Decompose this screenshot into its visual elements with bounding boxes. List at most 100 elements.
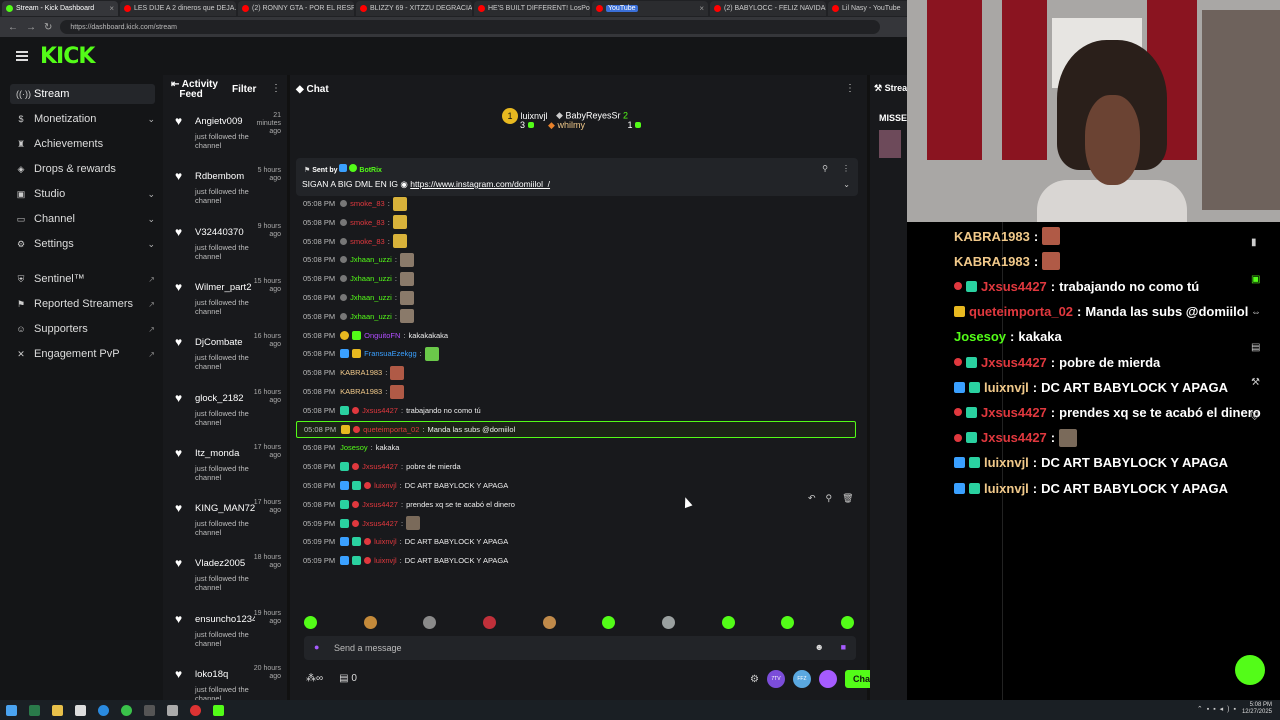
- chat-message[interactable]: 05:08 PM Jxhaan_uzzi:: [296, 251, 856, 268]
- browser-tab[interactable]: Stream - Kick Dashboard ×: [2, 1, 118, 16]
- pinned-more-icon[interactable]: ⋮: [842, 164, 850, 173]
- chat-message[interactable]: 05:08 PM luixnvjl: DC ART BABYLOCK Y APAGA: [296, 477, 856, 494]
- tab-close-icon[interactable]: ×: [699, 4, 704, 13]
- browser-tab[interactable]: Lil Nasy - YouTube×: [828, 1, 907, 16]
- emote-6[interactable]: [602, 616, 616, 629]
- message-username[interactable]: Jxhaan_uzzi: [350, 255, 392, 264]
- side-window-icon[interactable]: ▤: [1251, 342, 1263, 354]
- feed-item[interactable]: ♥ Itz_monda 17 hours ago just followed the …: [171, 444, 283, 501]
- message-username[interactable]: Jxhaan_uzzi: [350, 312, 392, 321]
- chat-message[interactable]: 05:08 PM smoke_83:: [296, 195, 856, 212]
- browser-tab[interactable]: BLIZZY 69 - XITZZU DEGRACIA…×: [356, 1, 472, 16]
- message-username[interactable]: Jxhaan_uzzi: [350, 274, 392, 283]
- message-username[interactable]: smoke_83: [350, 218, 385, 227]
- message-username[interactable]: Jxsus4427: [362, 462, 398, 471]
- chat-message[interactable]: 05:08 PM KABRA1983:: [296, 364, 856, 381]
- kick-logo[interactable]: KICK: [40, 44, 95, 69]
- sidebar-item-channel[interactable]: ▭ Channel ⌄: [10, 209, 155, 229]
- feed-item[interactable]: ♥ Wilmer_part2 15 hours ago just followed t…: [171, 278, 283, 335]
- emote-9[interactable]: [781, 616, 795, 629]
- side-shield-icon[interactable]: ⛨: [1251, 412, 1263, 424]
- feed-username[interactable]: KING_MAN728: [195, 503, 255, 514]
- folder-icon[interactable]: [52, 704, 63, 716]
- kick-taskbar-icon[interactable]: [213, 704, 224, 716]
- help-fab[interactable]: [1235, 655, 1265, 685]
- pin-icon[interactable]: ⚲: [822, 164, 828, 173]
- browser-tab[interactable]: (2) RONNY GTA - POR EL RESPET…×: [238, 1, 354, 16]
- start-icon[interactable]: [6, 704, 17, 716]
- sidebar-item-sentinel[interactable]: ⛨ Sentinel™ ↗: [10, 269, 155, 289]
- feed-username[interactable]: ensuncho1234: [195, 614, 255, 625]
- feed-username[interactable]: V32440370: [195, 227, 255, 238]
- browser-tab[interactable]: HE'S BUILT DIFFERENT! LosPollo…×: [474, 1, 590, 16]
- emote-8[interactable]: [721, 616, 735, 629]
- ffz-icon[interactable]: FFZ: [792, 670, 811, 688]
- reply-icon[interactable]: ↶: [808, 493, 816, 504]
- feed-username[interactable]: Itz_monda: [195, 448, 255, 459]
- feed-username[interactable]: glock_2182: [195, 393, 255, 404]
- url-field[interactable]: https://dashboard.kick.com/stream: [60, 20, 881, 34]
- chat-settings-icon[interactable]: ⚙: [750, 674, 759, 685]
- chat-message[interactable]: 05:08 PM Josesoy: kakaka: [296, 439, 856, 456]
- more-icon[interactable]: ⋮: [271, 83, 281, 94]
- emote-3[interactable]: [423, 616, 437, 629]
- obs-icon[interactable]: [190, 704, 201, 716]
- sidebar-item-studio[interactable]: ▣ Studio ⌄: [10, 184, 155, 204]
- taskbar-app-3[interactable]: [167, 704, 178, 716]
- browser-tab[interactable]: LES DIJE A 2 dineros que DEJA…×: [120, 1, 236, 16]
- file-icon[interactable]: [75, 704, 86, 716]
- feed-item[interactable]: ♥ glock_2182 16 hours ago just followed the…: [171, 389, 283, 446]
- side-chat-icon[interactable]: ▣: [1251, 274, 1263, 286]
- delete-icon[interactable]: 🗑: [842, 493, 853, 504]
- 7tv-icon[interactable]: 7TV: [766, 670, 785, 688]
- message-username[interactable]: luixnvjl: [374, 556, 397, 565]
- message-username[interactable]: smoke_83: [350, 237, 385, 246]
- sidebar-item-achievements[interactable]: ♜ Achievements: [10, 134, 155, 154]
- feed-item[interactable]: ♥ loko18q 20 hours ago just followed the ch…: [171, 665, 283, 700]
- chat-message[interactable]: 05:08 PM Jxhaan_uzzi:: [296, 289, 856, 306]
- mic-icon[interactable]: ●: [314, 642, 319, 652]
- emote-2[interactable]: [363, 616, 377, 629]
- sidebar-item-monetization[interactable]: $ Monetization ⌄: [10, 109, 155, 129]
- feed-item[interactable]: ♥ Rdbembom 5 hours ago just followed the ch…: [171, 167, 283, 224]
- message-username[interactable]: Josesoy: [340, 443, 368, 452]
- chat-message[interactable]: 05:08 PM OnguitoFN: kakakakaka: [296, 327, 856, 344]
- infinity-icon[interactable]: ⁂∞: [306, 673, 323, 684]
- back-icon[interactable]: ←: [8, 22, 18, 33]
- system-tray[interactable]: ⌃▪▪◂)▪: [1197, 705, 1240, 713]
- side-link-icon[interactable]: ⇔: [1251, 307, 1263, 319]
- chat-message[interactable]: 05:08 PM Jxsus4427: pobre de mierda: [296, 458, 856, 475]
- pinned-message[interactable]: ⚑ Sent by BotRix SIGAN A BIG DML EN IG ◉…: [296, 158, 858, 196]
- pin-message-icon[interactable]: ⚲: [826, 493, 833, 504]
- emoji-icon[interactable]: ☻: [815, 642, 824, 652]
- chat-message[interactable]: 05:09 PM luixnvjl: DC ART BABYLOCK Y APAGA: [296, 533, 856, 550]
- chat-message[interactable]: 05:08 PM smoke_83:: [296, 233, 856, 250]
- kick-emote-icon[interactable]: ■: [841, 642, 846, 652]
- feed-item[interactable]: ♥ Angietv009 21 minutes ago just followed t…: [171, 112, 283, 169]
- message-username[interactable]: KABRA1983: [340, 368, 382, 377]
- side-tool-icon[interactable]: ⚒: [1251, 377, 1263, 389]
- sidebar-item-settings[interactable]: ⚙ Settings ⌄: [10, 234, 155, 254]
- tab-close-icon[interactable]: ×: [109, 4, 114, 13]
- message-username[interactable]: smoke_83: [350, 199, 385, 208]
- feed-username[interactable]: Rdbembom: [195, 171, 255, 182]
- sidebar-item-stream[interactable]: ((·)) Stream: [10, 84, 155, 104]
- browser-tab[interactable]: (2) BABYLOCC - FELIZ NAVIDAD…×: [710, 1, 826, 16]
- forward-icon[interactable]: →: [26, 22, 36, 33]
- chevron-down-icon[interactable]: ⌄: [843, 180, 850, 189]
- chat-more-icon[interactable]: ⋮: [845, 83, 855, 94]
- feed-item[interactable]: ♥ DjCombate 16 hours ago just followed the …: [171, 333, 283, 390]
- sidebar-item-drops-rewards[interactable]: ◈ Drops & rewards: [10, 159, 155, 179]
- feed-username[interactable]: DjCombate: [195, 337, 255, 348]
- message-username[interactable]: luixnvjl: [374, 481, 397, 490]
- chat-message[interactable]: 05:08 PM FransuaEzekgg:: [296, 345, 856, 362]
- side-doc-icon[interactable]: ▮: [1251, 237, 1263, 249]
- message-username[interactable]: Jxsus4427: [362, 519, 398, 528]
- chat-message[interactable]: 05:08 PM Jxhaan_uzzi:: [296, 308, 856, 325]
- feed-username[interactable]: Angietv009: [195, 116, 255, 127]
- emote-1[interactable]: [304, 616, 317, 629]
- sidebar-item-supporters[interactable]: ☺ Supporters ↗: [10, 319, 155, 339]
- message-username[interactable]: Jxhaan_uzzi: [350, 293, 392, 302]
- message-username[interactable]: Jxsus4427: [362, 406, 398, 415]
- emote-7[interactable]: [661, 616, 675, 629]
